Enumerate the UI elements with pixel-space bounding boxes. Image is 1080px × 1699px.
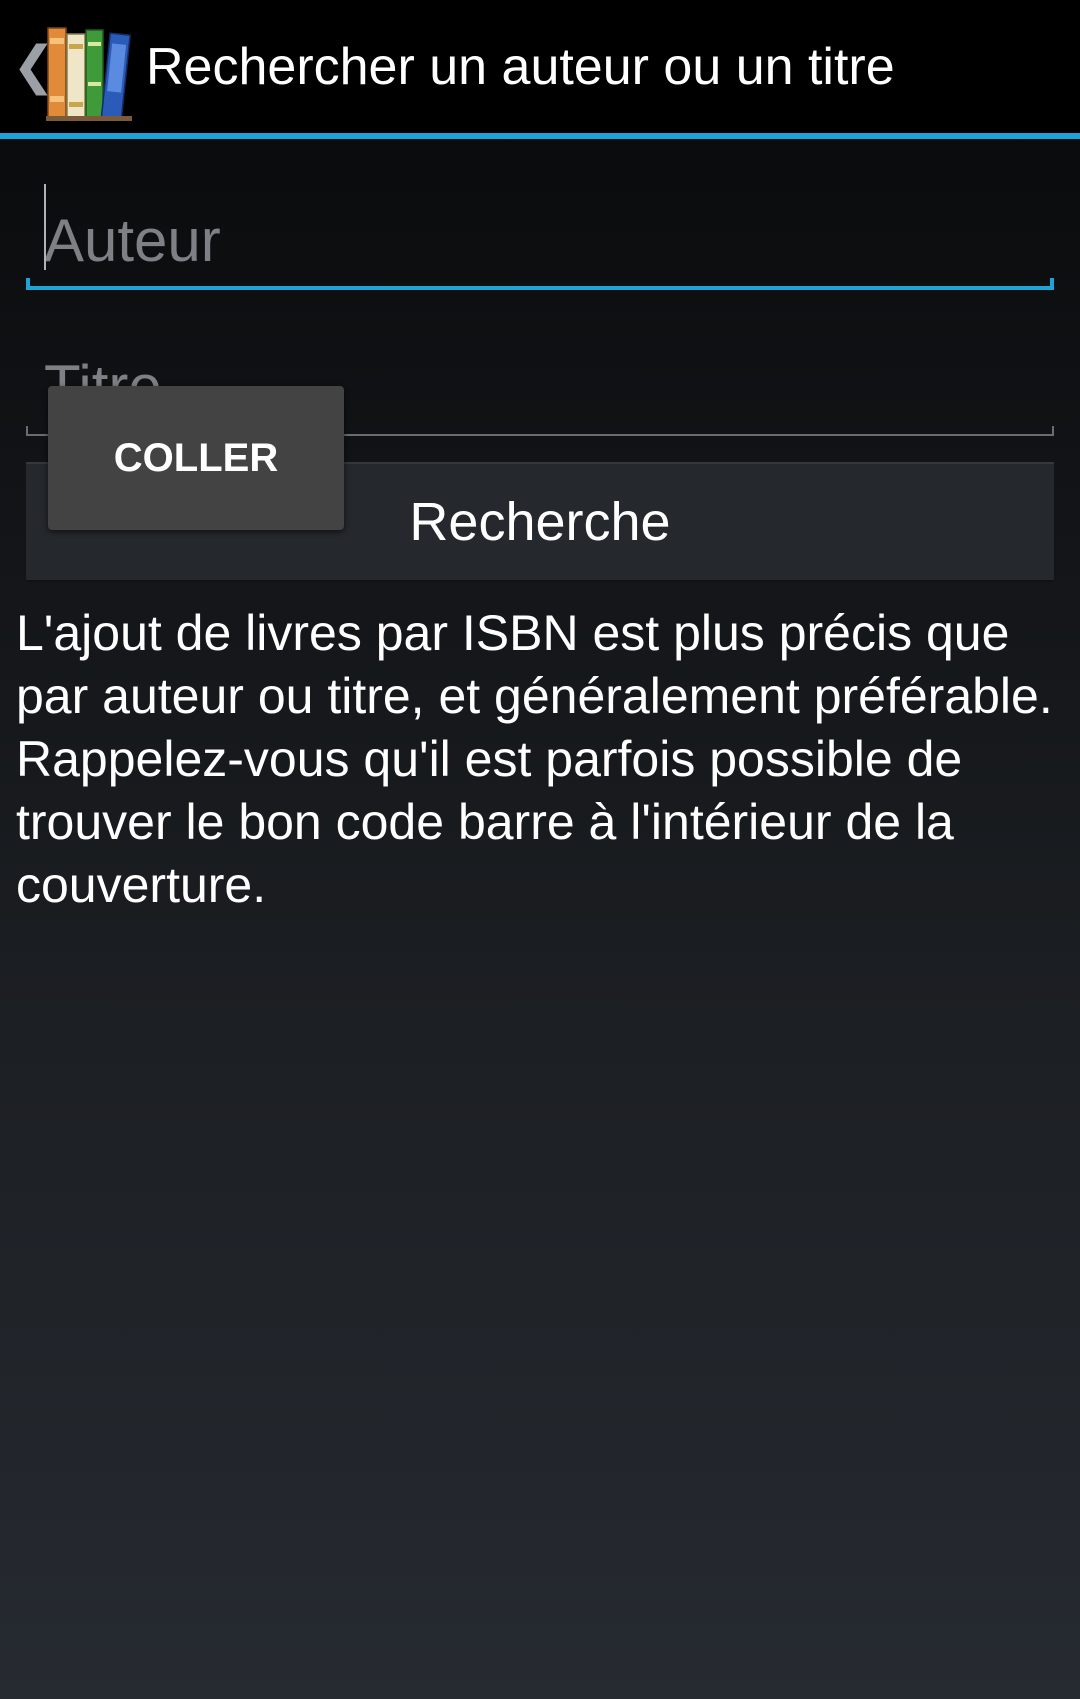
author-input[interactable] [44,190,1034,290]
up-navigation-button[interactable]: ❮ [6,12,136,121]
author-field[interactable] [26,190,1054,290]
page-title: Rechercher un auteur ou un titre [146,38,895,96]
action-bar: ❮ Rechercher un auteur ou un titre [0,0,1080,133]
author-field-underline [26,278,1054,290]
books-app-icon [46,27,132,121]
action-bar-divider [0,133,1080,139]
text-cursor [44,184,46,270]
paste-button[interactable]: COLLER [48,386,344,530]
isbn-info-text: L'ajout de livres par ISBN est plus préc… [16,605,1053,913]
